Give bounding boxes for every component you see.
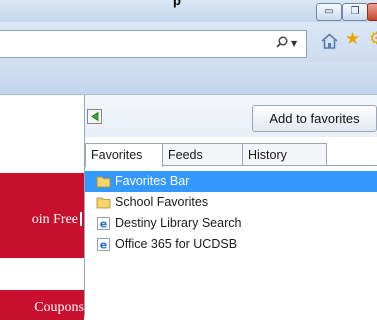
address-bar-row: ▼ ★ ⚙ xyxy=(0,22,377,62)
tab-divider xyxy=(162,165,377,166)
list-item-label: Favorites Bar xyxy=(115,174,190,188)
add-to-favorites-button[interactable]: Add to favorites xyxy=(252,105,377,132)
home-icon[interactable] xyxy=(321,33,338,49)
favorites-list: Favorites Bar School Favorites e Destiny… xyxy=(85,171,377,255)
list-item-label: Office 365 for UCDSB xyxy=(115,237,238,251)
command-bar xyxy=(0,62,377,95)
search-dropdown-icon[interactable]: ▼ xyxy=(291,39,297,48)
search-icon[interactable] xyxy=(276,36,288,48)
minimize-button[interactable]: ▭ xyxy=(316,3,342,21)
webpage-join-link[interactable]: oin Free xyxy=(0,212,78,228)
favorites-star-icon[interactable]: ★ xyxy=(345,31,360,48)
restore-button[interactable]: ❐ xyxy=(342,3,368,21)
list-item[interactable]: e Destiny Library Search xyxy=(85,213,377,234)
favorites-center-header: Add to favorites xyxy=(85,95,377,137)
favorites-tabs: Favorites Feeds History xyxy=(85,143,377,167)
pin-arrow-icon xyxy=(91,111,99,122)
tab-favorites[interactable]: Favorites xyxy=(85,143,163,167)
webpage-divider xyxy=(80,212,82,226)
webpage-content: oin Free Coupons xyxy=(0,95,84,320)
tools-gear-icon[interactable]: ⚙ xyxy=(369,31,377,48)
tab-feeds[interactable]: Feeds xyxy=(162,143,243,165)
list-item[interactable]: School Favorites xyxy=(85,192,377,213)
favorites-center-pane: Add to favorites Favorites Feeds History… xyxy=(84,95,377,316)
pin-favorites-center-button[interactable] xyxy=(87,109,102,124)
list-item[interactable]: Favorites Bar xyxy=(85,171,377,192)
title-bar: p ▭ ❐ xyxy=(0,0,377,22)
list-item-label: Destiny Library Search xyxy=(115,216,242,230)
list-item-label: School Favorites xyxy=(115,195,209,209)
address-input[interactable]: ▼ xyxy=(0,30,307,58)
folder-icon xyxy=(96,197,111,209)
webpage-coupons-link[interactable]: Coupons xyxy=(0,300,84,316)
ie-page-icon: e xyxy=(97,238,110,252)
list-item[interactable]: e Office 365 for UCDSB xyxy=(85,234,377,255)
window-title: p xyxy=(173,0,181,8)
tab-history[interactable]: History xyxy=(242,143,327,165)
ie-page-icon: e xyxy=(97,217,110,231)
close-button[interactable] xyxy=(367,3,377,21)
svg-text:e: e xyxy=(100,239,107,252)
svg-text:e: e xyxy=(100,218,107,231)
folder-icon xyxy=(96,176,111,188)
